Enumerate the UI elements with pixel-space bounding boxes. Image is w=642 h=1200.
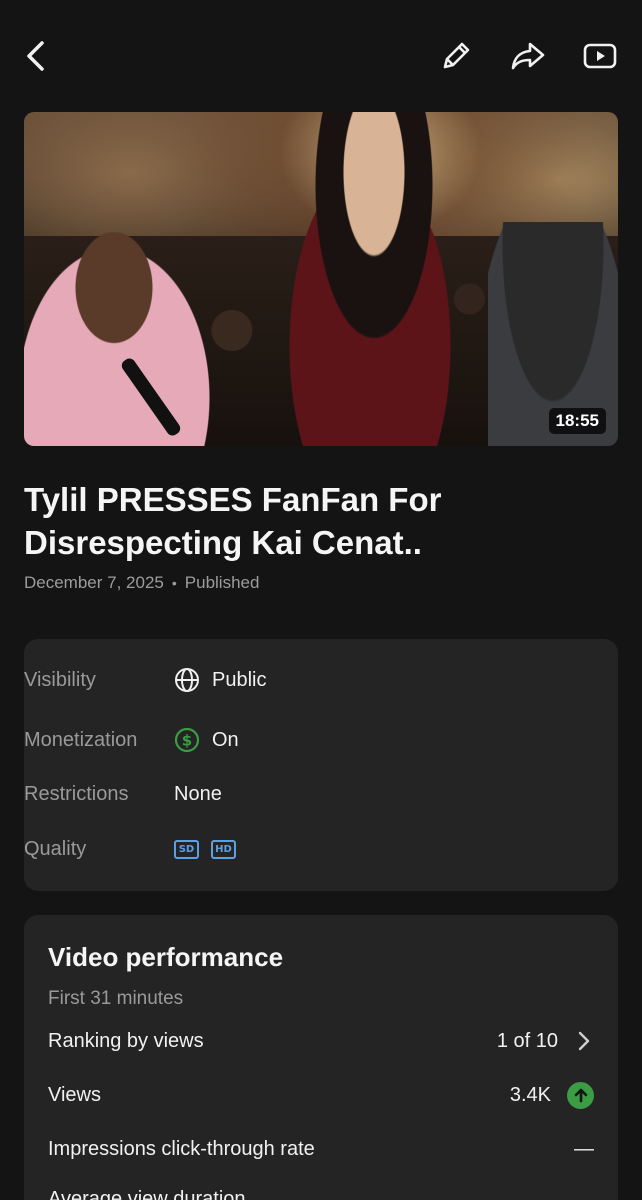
hd-badge: HD xyxy=(211,839,236,859)
restrictions-row[interactable]: Restrictions None xyxy=(24,779,222,809)
restrictions-value: None xyxy=(174,782,222,805)
visibility-value: Public xyxy=(212,668,267,691)
avg-view-duration-row[interactable]: Average view duration xyxy=(48,1184,594,1200)
ranking-row[interactable]: Ranking by views 1 of 10 xyxy=(48,1026,594,1056)
youtube-button[interactable] xyxy=(580,36,620,76)
views-label: Views xyxy=(48,1083,101,1106)
publish-date: December 7, 2025 xyxy=(24,573,164,592)
thumbnail-person-left xyxy=(24,226,224,446)
dollar-circle-icon: $ xyxy=(174,727,200,753)
video-title: Tylil PRESSES FanFan For Disrespecting K… xyxy=(24,481,442,561)
youtube-icon xyxy=(583,43,617,69)
monetization-row[interactable]: Monetization $ On xyxy=(24,725,239,755)
share-icon xyxy=(511,42,545,70)
views-value: 3.4K xyxy=(509,1083,551,1106)
chevron-right-icon xyxy=(578,1031,590,1051)
restrictions-label: Restrictions xyxy=(24,782,129,805)
visibility-row[interactable]: Visibility Public xyxy=(24,665,266,695)
ctr-value: — xyxy=(574,1137,594,1160)
views-row[interactable]: Views 3.4K xyxy=(48,1080,594,1110)
video-meta: December 7, 2025 • Published xyxy=(24,573,259,593)
globe-icon xyxy=(175,668,199,692)
svg-text:$: $ xyxy=(182,732,192,750)
monetization-label: Monetization xyxy=(24,728,138,751)
ranking-value: 1 of 10 xyxy=(496,1029,558,1052)
performance-title: Video performance xyxy=(48,942,284,972)
visibility-label: Visibility xyxy=(24,668,96,691)
thumbnail-person-center xyxy=(274,112,474,446)
performance-subtitle: First 31 minutes xyxy=(48,988,184,1009)
quality-row[interactable]: Quality SD HD xyxy=(24,834,236,864)
ctr-label: Impressions click-through rate xyxy=(48,1137,315,1160)
meta-separator: • xyxy=(171,575,177,591)
ctr-row[interactable]: Impressions click-through rate — xyxy=(48,1134,594,1164)
pencil-icon xyxy=(443,42,470,69)
sd-badge: SD xyxy=(174,839,199,859)
quality-label: Quality xyxy=(24,837,87,860)
duration-badge: 18:55 xyxy=(548,408,606,434)
avg-view-duration-label: Average view duration xyxy=(48,1187,246,1200)
ranking-label: Ranking by views xyxy=(48,1029,204,1052)
video-thumbnail[interactable]: 18:55 xyxy=(24,112,618,446)
back-button[interactable] xyxy=(18,36,54,76)
edit-button[interactable] xyxy=(436,36,476,76)
monetization-value: On xyxy=(212,728,239,751)
top-bar xyxy=(0,0,642,110)
share-button[interactable] xyxy=(506,36,550,76)
chevron-left-icon xyxy=(27,41,44,71)
publish-status: Published xyxy=(184,573,260,592)
arrow-up-circle-icon xyxy=(567,1081,594,1109)
